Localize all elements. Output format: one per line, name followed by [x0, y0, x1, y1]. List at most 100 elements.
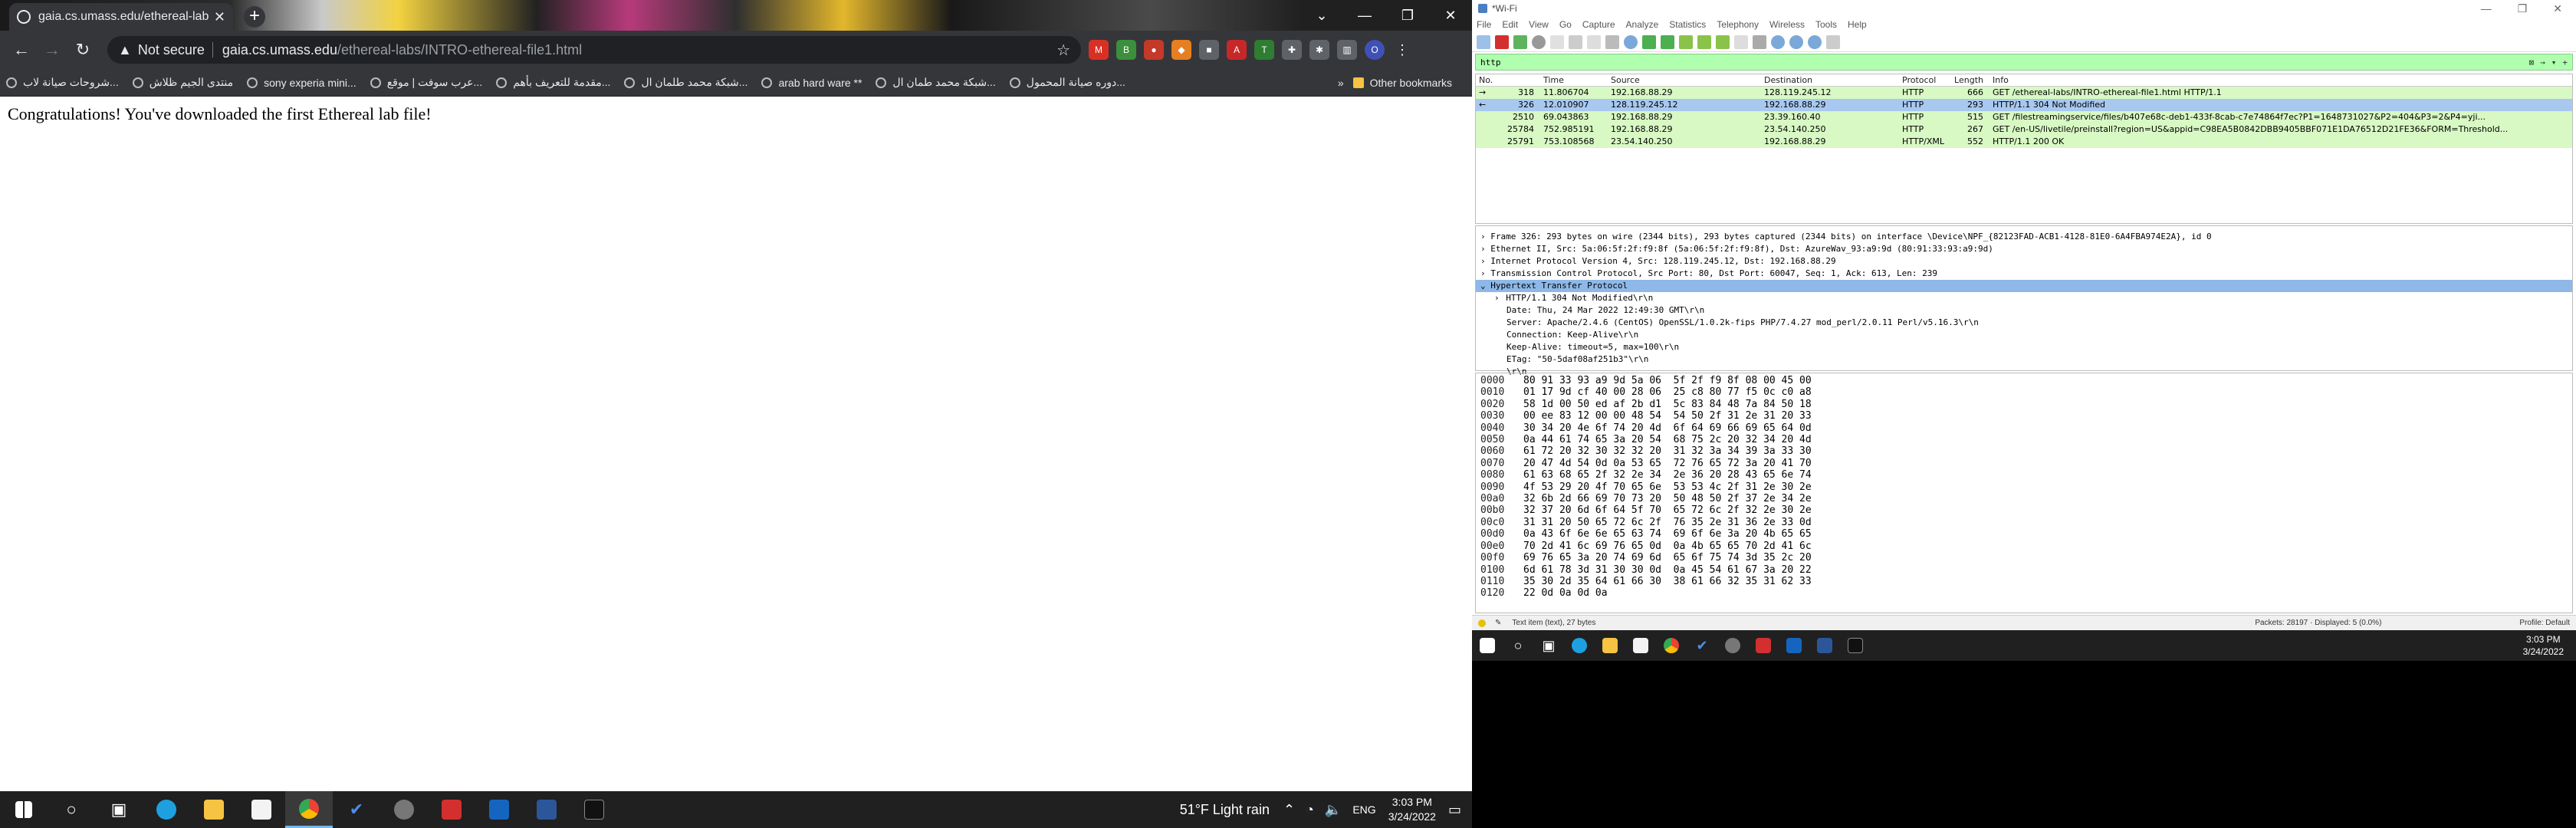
hex-row[interactable]: 00b0 32 37 20 6d 6f 64 5f 70 65 72 6c 2f … [1480, 504, 2568, 516]
tab-search-icon[interactable]: ⌄ [1300, 0, 1343, 31]
menu-tools[interactable]: Tools [1815, 19, 1837, 30]
edge-button[interactable] [1564, 630, 1595, 661]
back-button[interactable]: ← [6, 40, 37, 60]
bookmark-item[interactable]: sony experia mini... [247, 77, 356, 89]
store-button[interactable] [238, 791, 285, 828]
hex-row[interactable]: 00d0 0a 43 6f 6e 6e 65 63 74 69 6f 6e 3a … [1480, 528, 2568, 540]
open-file-icon[interactable] [1550, 34, 1564, 49]
last-packet-icon[interactable] [1716, 34, 1730, 49]
hex-row[interactable]: 0020 58 1d 00 50 ed af 2b d1 5c 83 84 48 … [1480, 399, 2568, 410]
chevron-up-icon[interactable]: ⌃ [1283, 802, 1295, 818]
todo-button[interactable]: ✔ [1687, 630, 1717, 661]
zoom-reset-icon[interactable] [1808, 34, 1822, 49]
menu-view[interactable]: View [1529, 19, 1549, 30]
terminal-button[interactable] [570, 791, 618, 828]
extension-icon[interactable]: T [1254, 40, 1274, 60]
more-bookmarks-icon[interactable]: » [1338, 77, 1344, 89]
extension-icon[interactable]: ◆ [1171, 40, 1191, 60]
packet-row[interactable]: 25784 752.985191 192.168.88.29 23.54.140… [1476, 123, 2572, 136]
detail-http-status[interactable]: › HTTP/1.1 304 Not Modified\r\n [1476, 292, 2572, 304]
clock[interactable]: 3:03 PM 3/24/2022 [2523, 633, 2576, 658]
language-indicator[interactable]: ENG [1352, 803, 1375, 816]
packet-row[interactable]: → 318 11.806704 192.168.88.29 128.119.24… [1476, 87, 2572, 99]
hex-row[interactable]: 00f0 69 76 65 3a 20 74 69 6d 65 6f 75 74 … [1480, 552, 2568, 564]
col-time-header[interactable]: Time [1534, 74, 1605, 86]
detail-http-keepalive[interactable]: Keep-Alive: timeout=5, max=100\r\n [1476, 341, 2572, 353]
close-window-button[interactable]: ✕ [2553, 2, 2562, 15]
menu-telephony[interactable]: Telephony [1717, 19, 1759, 30]
packet-row[interactable]: 2510 69.043863 192.168.88.29 23.39.160.4… [1476, 111, 2572, 123]
extension-icon[interactable]: ■ [1199, 40, 1219, 60]
close-file-icon[interactable] [1587, 34, 1601, 49]
wireshark-button[interactable] [475, 791, 523, 828]
menu-go[interactable]: Go [1559, 19, 1572, 30]
chrome-button[interactable] [1656, 630, 1687, 661]
col-info-header[interactable]: Info [1983, 74, 2572, 86]
puzzle-icon[interactable]: ✚ [1282, 40, 1302, 60]
clear-filter-icon[interactable]: ⊠ [2529, 58, 2535, 67]
menu-edit[interactable]: Edit [1502, 19, 1518, 30]
bookmark-item[interactable]: مقدمة للتعريف بأهم... [496, 76, 610, 89]
detail-http[interactable]: ⌄ Hypertext Transfer Protocol [1476, 280, 2572, 292]
detail-frame[interactable]: › Frame 326: 293 bytes on wire (2344 bit… [1476, 231, 2572, 243]
start-button[interactable] [0, 791, 48, 828]
menu-statistics[interactable]: Statistics [1669, 19, 1706, 30]
menu-analyze[interactable]: Analyze [1626, 19, 1659, 30]
clock[interactable]: 3:03 PM 3/24/2022 [1388, 795, 1436, 824]
display-filter-input[interactable]: http [1480, 58, 2523, 67]
not-secure-label[interactable]: Not secure [138, 42, 205, 58]
col-destination-header[interactable]: Destination [1760, 74, 1898, 86]
notification-icon[interactable]: ▭ [1448, 802, 1461, 818]
hex-row[interactable]: 0120 22 0d 0a 0d 0a [1480, 587, 2568, 599]
bookmark-item[interactable]: عرب سوفت | موقع... [370, 76, 482, 89]
acrobat-button[interactable] [428, 791, 475, 828]
new-tab-button[interactable]: + [244, 6, 265, 28]
explorer-button[interactable] [1595, 630, 1625, 661]
word-button[interactable] [1809, 630, 1840, 661]
avatar[interactable]: O [1365, 40, 1385, 60]
search-button[interactable]: ○ [48, 791, 95, 828]
col-no-header[interactable]: No. [1476, 74, 1494, 86]
other-bookmarks[interactable]: Other bookmarks [1352, 77, 1452, 89]
search-button[interactable]: ○ [1503, 630, 1533, 661]
hex-row[interactable]: 0100 6d 61 78 3d 31 30 30 0d 0a 45 54 61 … [1480, 564, 2568, 576]
restart-capture-icon[interactable] [1513, 34, 1527, 49]
col-protocol-header[interactable]: Protocol [1898, 74, 1953, 86]
minimize-button[interactable]: — [1343, 0, 1386, 31]
apply-filter-icon[interactable]: → [2540, 58, 2545, 67]
detail-ethernet[interactable]: › Ethernet II, Src: 5a:06:5f:2f:f9:8f (5… [1476, 243, 2572, 255]
extension-icon[interactable]: M [1089, 40, 1109, 60]
col-length-header[interactable]: Length [1953, 74, 1983, 86]
bookmark-item[interactable]: شبكة محمد طلمان ال... [624, 76, 748, 89]
resize-columns-icon[interactable] [1826, 34, 1840, 49]
save-file-icon[interactable] [1569, 34, 1582, 49]
hex-row[interactable]: 0010 01 17 9d cf 40 00 28 06 25 c8 80 77 … [1480, 386, 2568, 398]
packet-row-selected[interactable]: ← 326 12.010907 128.119.245.12 192.168.8… [1476, 99, 2572, 111]
extension-icon[interactable]: ● [1144, 40, 1164, 60]
menu-file[interactable]: File [1477, 19, 1491, 30]
terminal-button[interactable] [1840, 630, 1871, 661]
detail-tcp[interactable]: › Transmission Control Protocol, Src Por… [1476, 268, 2572, 280]
acrobat-button[interactable] [1748, 630, 1779, 661]
packet-row[interactable]: 25791 753.108568 23.54.140.250 192.168.8… [1476, 136, 2572, 148]
find-icon[interactable] [1624, 34, 1638, 49]
hex-row[interactable]: 0050 0a 44 61 74 65 3a 20 54 68 75 2c 20 … [1480, 434, 2568, 445]
chrome-button[interactable] [285, 791, 333, 828]
forward-button[interactable]: → [37, 40, 67, 60]
expert-info-icon[interactable] [1478, 619, 1486, 627]
wireshark-button[interactable] [1779, 630, 1809, 661]
restore-button[interactable]: ❐ [1386, 0, 1429, 31]
close-tab-icon[interactable]: ✕ [214, 9, 225, 25]
detail-http-date[interactable]: Date: Thu, 24 Mar 2022 12:49:30 GMT\r\n [1476, 304, 2572, 317]
bookmark-item[interactable]: شروحات صيانة لاب... [6, 76, 119, 89]
settings-icon[interactable]: ✱ [1309, 40, 1329, 60]
options-icon[interactable] [1532, 34, 1546, 49]
task-view-button[interactable]: ▣ [1533, 630, 1564, 661]
colorize-icon[interactable] [1753, 34, 1766, 49]
bookmark-item[interactable]: دوره صيانة المحمول... [1009, 76, 1125, 89]
bookmark-star-icon[interactable]: ☆ [1056, 41, 1070, 60]
hex-row[interactable]: 00e0 70 2d 41 6c 69 76 65 0d 0a 4b 65 65 … [1480, 540, 2568, 552]
hex-row[interactable]: 0000 80 91 33 93 a9 9d 5a 06 5f 2f f9 8f … [1480, 375, 2568, 386]
extension-icon[interactable]: A [1227, 40, 1247, 60]
app-button[interactable] [1717, 630, 1748, 661]
